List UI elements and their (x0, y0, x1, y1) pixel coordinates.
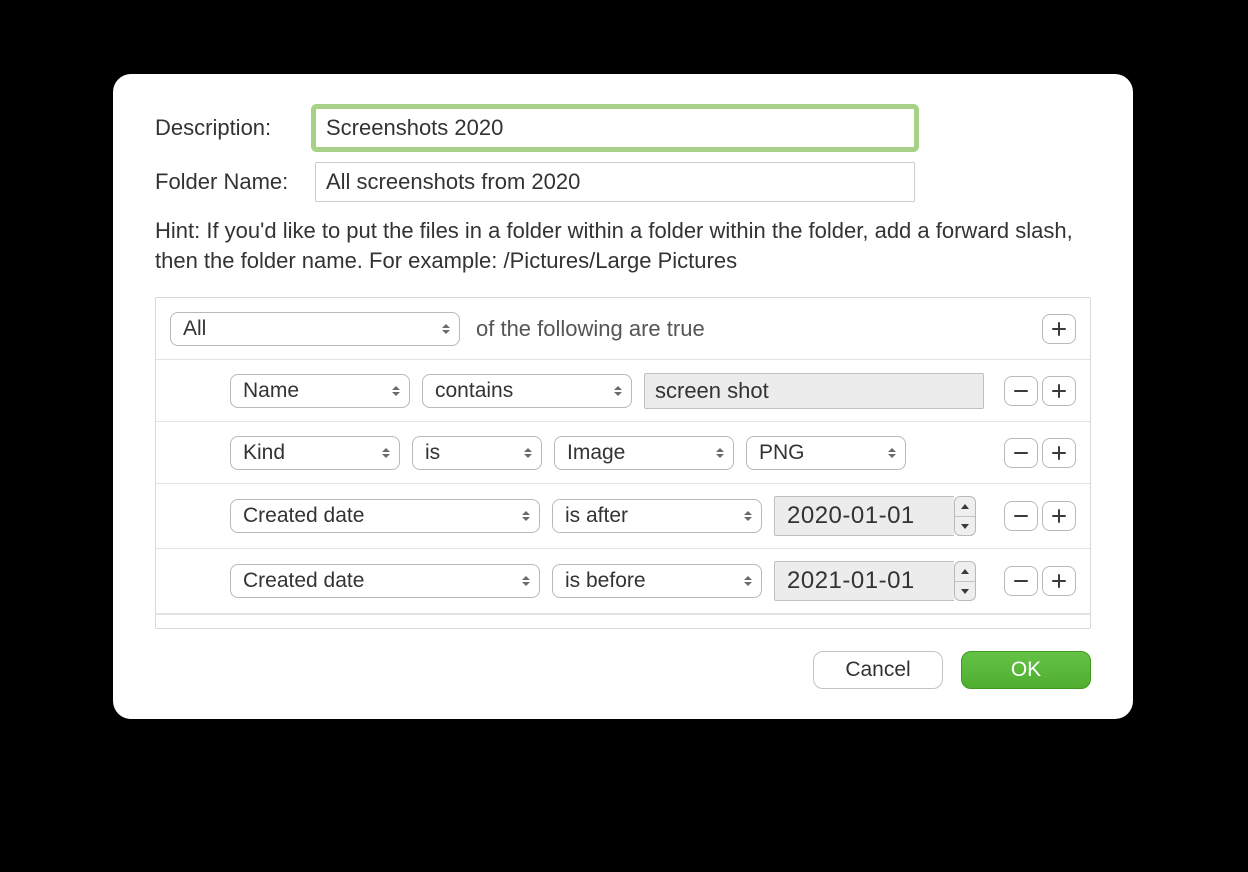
attribute-popup[interactable]: Created date (230, 564, 540, 598)
date-field (774, 561, 976, 601)
remove-rule-button[interactable] (1004, 566, 1038, 596)
add-rule-button[interactable] (1042, 376, 1076, 406)
rules-match-row: All of the following are true (156, 298, 1090, 360)
attribute-popup[interactable]: Kind (230, 436, 400, 470)
operator-value: is after (565, 504, 628, 528)
attribute-popup[interactable]: Name (230, 374, 410, 408)
match-mode-value: All (183, 317, 206, 341)
hint-text: Hint: If you'd like to put the files in … (155, 216, 1091, 275)
updown-caret-icon (743, 509, 753, 523)
updown-caret-icon (441, 322, 451, 336)
date-input[interactable] (774, 496, 954, 536)
operator-popup[interactable]: is after (552, 499, 762, 533)
updown-caret-icon (391, 384, 401, 398)
updown-caret-icon (887, 446, 897, 460)
stepper-up-icon[interactable] (955, 497, 975, 517)
kind-value: Image (567, 441, 625, 465)
operator-popup[interactable]: contains (422, 374, 632, 408)
rules-panel-footer (156, 614, 1090, 628)
rule-row: Created date is before (156, 549, 1090, 614)
match-mode-popup[interactable]: All (170, 312, 460, 346)
folder-name-input[interactable] (315, 162, 915, 202)
rule-value-input[interactable] (644, 373, 984, 409)
rules-dialog: Description: Folder Name: Hint: If you'd… (113, 74, 1133, 719)
rule-row: Name contains (156, 360, 1090, 422)
operator-popup[interactable]: is before (552, 564, 762, 598)
folder-name-label: Folder Name: (155, 169, 315, 195)
updown-caret-icon (715, 446, 725, 460)
description-row: Description: (155, 108, 1091, 148)
subkind-value: PNG (759, 441, 805, 465)
cancel-button-label: Cancel (845, 658, 910, 682)
updown-caret-icon (523, 446, 533, 460)
description-input[interactable] (315, 108, 915, 148)
attribute-value: Created date (243, 504, 364, 528)
remove-rule-button[interactable] (1004, 376, 1038, 406)
date-stepper[interactable] (954, 561, 976, 601)
match-suffix-text: of the following are true (476, 316, 705, 342)
updown-caret-icon (521, 574, 531, 588)
operator-value: contains (435, 379, 513, 403)
updown-caret-icon (521, 509, 531, 523)
date-field (774, 496, 976, 536)
ok-button-label: OK (1011, 658, 1041, 682)
attribute-value: Created date (243, 569, 364, 593)
rules-panel: All of the following are true Name conta… (155, 297, 1091, 629)
ok-button[interactable]: OK (961, 651, 1091, 689)
updown-caret-icon (381, 446, 391, 460)
description-label: Description: (155, 115, 315, 141)
rule-row: Kind is Image PNG (156, 422, 1090, 484)
add-rule-button[interactable] (1042, 566, 1076, 596)
operator-value: is before (565, 569, 646, 593)
attribute-value: Name (243, 379, 299, 403)
add-rule-button[interactable] (1042, 501, 1076, 531)
add-rule-button[interactable] (1042, 314, 1076, 344)
cancel-button[interactable]: Cancel (813, 651, 943, 689)
date-input[interactable] (774, 561, 954, 601)
folder-name-row: Folder Name: (155, 162, 1091, 202)
subkind-popup[interactable]: PNG (746, 436, 906, 470)
operator-popup[interactable]: is (412, 436, 542, 470)
kind-popup[interactable]: Image (554, 436, 734, 470)
stepper-up-icon[interactable] (955, 562, 975, 582)
attribute-popup[interactable]: Created date (230, 499, 540, 533)
attribute-value: Kind (243, 441, 285, 465)
add-rule-button[interactable] (1042, 438, 1076, 468)
remove-rule-button[interactable] (1004, 438, 1038, 468)
date-stepper[interactable] (954, 496, 976, 536)
stepper-down-icon[interactable] (955, 517, 975, 536)
operator-value: is (425, 441, 440, 465)
remove-rule-button[interactable] (1004, 501, 1038, 531)
updown-caret-icon (743, 574, 753, 588)
stepper-down-icon[interactable] (955, 582, 975, 601)
dialog-button-bar: Cancel OK (155, 651, 1091, 689)
updown-caret-icon (613, 384, 623, 398)
rule-row: Created date is after (156, 484, 1090, 549)
